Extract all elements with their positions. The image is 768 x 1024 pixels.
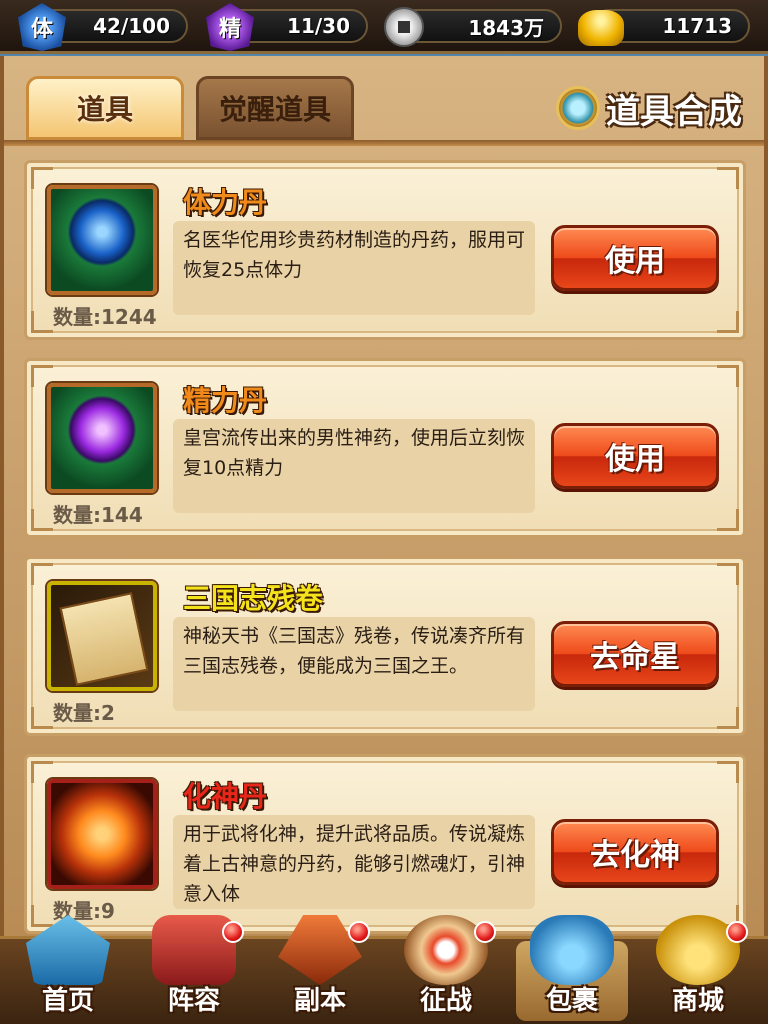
- nav-battle[interactable]: 征战: [386, 915, 506, 1023]
- synthesis-label: 道具合成: [606, 91, 742, 132]
- nav-home-label: 首页: [41, 986, 94, 1016]
- notification-badge: [348, 921, 370, 943]
- item-quantity: 数量:144: [53, 503, 143, 527]
- nav-shop-label: 商城: [671, 986, 724, 1016]
- nav-dungeon-label: 副本: [293, 986, 346, 1016]
- go-destiny-star-button[interactable]: 去命星: [551, 621, 719, 687]
- use-button[interactable]: 使用: [551, 423, 719, 489]
- nav-bag[interactable]: 包裹: [512, 915, 632, 1023]
- scroll-icon[interactable]: [47, 581, 157, 691]
- magic-mirror-icon: [556, 86, 600, 130]
- nav-home[interactable]: 首页: [8, 915, 128, 1023]
- notification-badge: [222, 921, 244, 943]
- tab-items-label: 道具: [76, 93, 133, 126]
- stamina-value: 42/100: [93, 14, 170, 38]
- bottom-nav: 首页 阵容 副本 征战 包裹 商城: [0, 915, 768, 1024]
- item-card: 数量:9 化神丹 用于武将化神，提升武将品质。传说凝炼着上古神意的丹药，能够引燃…: [24, 754, 746, 934]
- tab-awaken-items-label: 觉醒道具: [218, 93, 331, 126]
- nav-lineup[interactable]: 阵容: [134, 915, 254, 1023]
- go-deify-button[interactable]: 去化神: [551, 819, 719, 885]
- item-card: 数量:144 精力丹 皇宫流传出来的男性神药，使用后立刻恢复10点精力 使用: [24, 358, 746, 538]
- tab-items[interactable]: 道具: [26, 76, 184, 140]
- use-button[interactable]: 使用: [551, 225, 719, 291]
- bag-icon: [530, 915, 614, 985]
- coin-value: 1843万: [468, 15, 544, 40]
- item-quantity: 数量:2: [53, 701, 115, 725]
- item-description: 用于武将化神，提升武将品质。传说凝炼着上古神意的丹药，能够引燃魂灯，引神意入体: [173, 815, 535, 909]
- inventory-panel: 道具 觉醒道具 道具合成 数量:1244 体力丹 名医华佗用珍贵药材制造的丹药，…: [0, 56, 768, 936]
- synthesis-button[interactable]: 道具合成: [556, 80, 742, 136]
- energy-pill-icon[interactable]: [47, 383, 157, 493]
- tab-awaken-items[interactable]: 觉醒道具: [196, 76, 354, 140]
- item-title: 体力丹: [183, 186, 268, 219]
- item-description: 神秘天书《三国志》残卷，传说凑齐所有三国志残卷，便能成为三国之王。: [173, 617, 535, 711]
- item-quantity: 数量:1244: [53, 305, 157, 329]
- gold-ingot-icon: [578, 10, 624, 46]
- nav-lineup-label: 阵容: [167, 986, 220, 1016]
- item-title: 三国志残卷: [183, 582, 324, 615]
- palace-icon: [26, 915, 110, 985]
- item-description: 名医华佗用珍贵药材制造的丹药，服用可恢复25点体力: [173, 221, 535, 315]
- coin-icon: [384, 7, 424, 47]
- item-card: 数量:2 三国志残卷 神秘天书《三国志》残卷，传说凑齐所有三国志残卷，便能成为三…: [24, 556, 746, 736]
- resource-bar: 42/100 体 11/30 精 1843万 11713: [0, 0, 768, 54]
- energy-value: 11/30: [287, 14, 350, 38]
- item-description: 皇宫流传出来的男性神药，使用后立刻恢复10点精力: [173, 419, 535, 513]
- item-title: 精力丹: [183, 384, 268, 417]
- nav-shop[interactable]: 商城: [638, 915, 758, 1023]
- notification-badge: [726, 921, 748, 943]
- deify-pill-icon[interactable]: [47, 779, 157, 889]
- gold-value: 11713: [662, 14, 732, 38]
- nav-dungeon[interactable]: 副本: [260, 915, 380, 1023]
- nav-battle-label: 征战: [419, 986, 472, 1016]
- item-card: 数量:1244 体力丹 名医华佗用珍贵药材制造的丹药，服用可恢复25点体力 使用: [24, 160, 746, 340]
- nav-bag-label: 包裹: [545, 986, 598, 1016]
- tab-divider: [4, 140, 764, 146]
- notification-badge: [474, 921, 496, 943]
- item-title: 化神丹: [183, 780, 268, 813]
- stamina-pill-icon[interactable]: [47, 185, 157, 295]
